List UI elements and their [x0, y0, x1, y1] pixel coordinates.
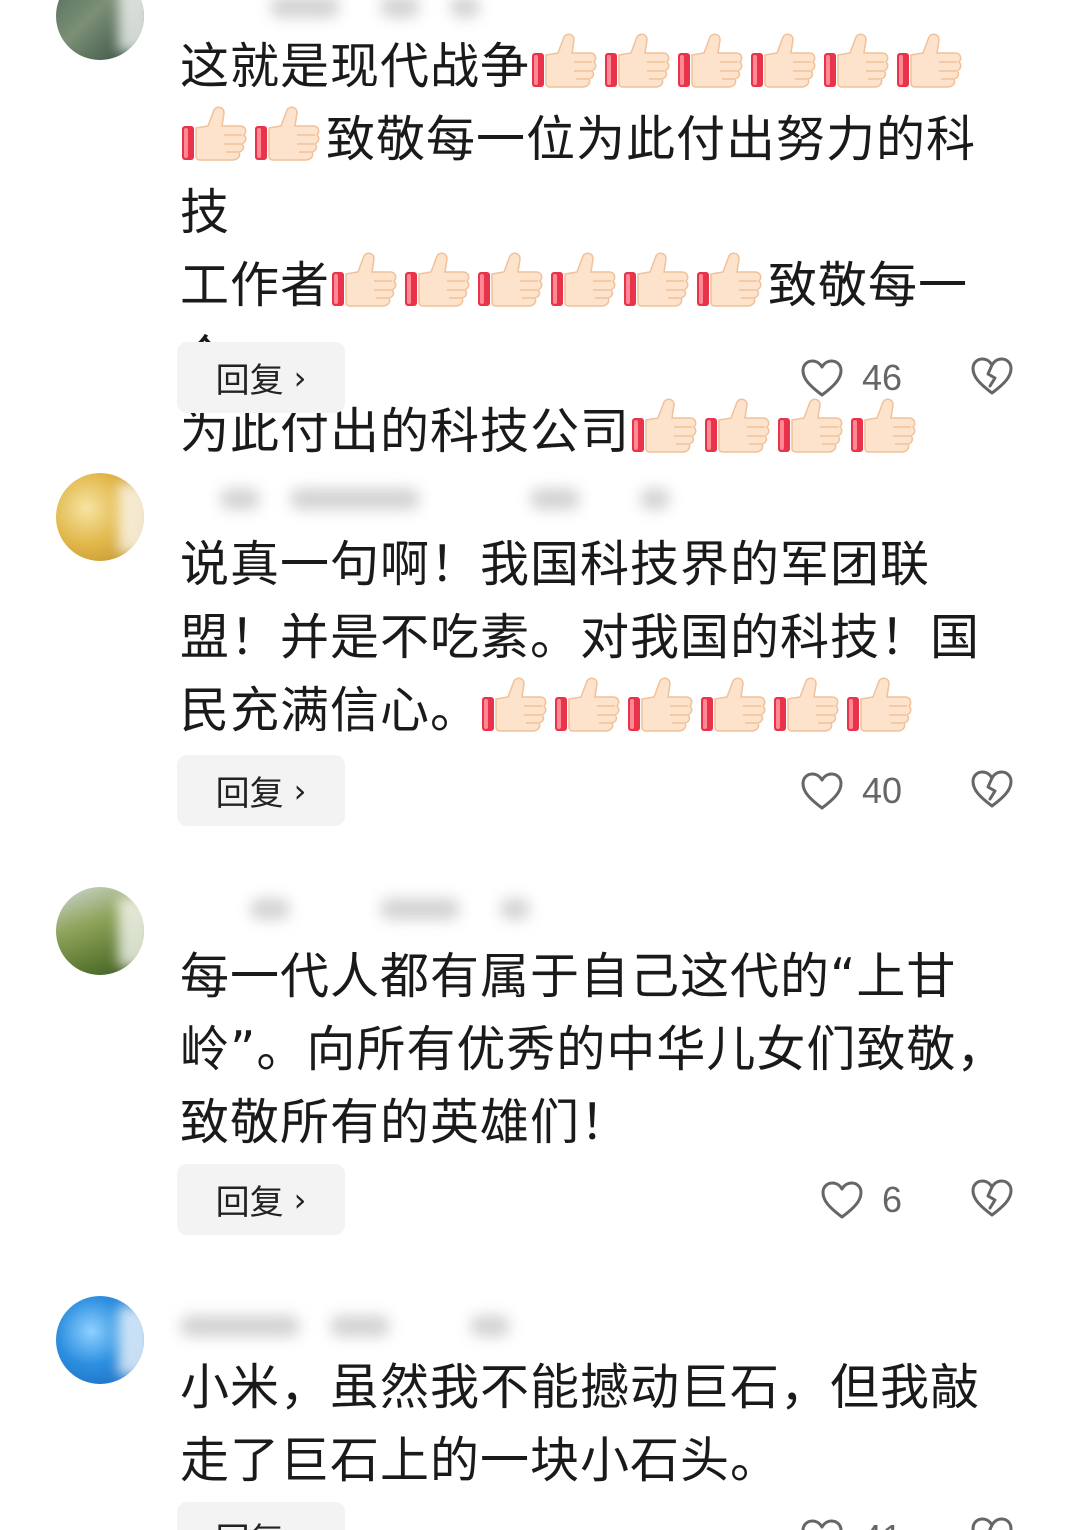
thumbs-up-emoji: [695, 250, 763, 310]
thumbs-up-emoji: [895, 31, 963, 91]
heart-outline-icon: [800, 358, 844, 398]
thumbs-up-emoji: [476, 250, 544, 310]
emoji-group: [530, 33, 968, 95]
thumbs-up-emoji: [253, 104, 321, 164]
reply-button[interactable]: 回复›: [177, 342, 345, 413]
thumbs-up-emoji: [630, 396, 698, 456]
like-count: 41: [862, 1517, 902, 1530]
avatar[interactable]: [56, 473, 144, 561]
broken-heart-icon: [970, 769, 1014, 813]
thumbs-up-emoji: [699, 675, 767, 735]
thumbs-up-emoji: [845, 675, 913, 735]
comment-text: 每一代人都有属于自己这代的“上甘岭”。向所有优秀的中华儿女们致敬，致敬所有的英雄…: [180, 940, 1010, 1159]
reply-button[interactable]: 回复 ›: [177, 1502, 345, 1530]
comment-text: 说真一句啊！我国科技界的军团联盟！并是不吃素。对我国的科技！国民充满信心。: [180, 528, 1010, 747]
like-count: 46: [861, 356, 902, 398]
thumbs-up-emoji: [703, 396, 771, 456]
thumbs-up-emoji: [530, 31, 598, 91]
thumbs-up-emoji: [403, 250, 471, 310]
avatar[interactable]: [56, 887, 144, 975]
thumbs-up-emoji: [626, 675, 694, 735]
like-button[interactable]: 6: [820, 1164, 902, 1235]
username-blurred: [180, 0, 780, 26]
heart-outline-icon: [800, 1518, 844, 1530]
comment-text: 小米，虽然我不能撼动巨石，但我敲走了巨石上的一块小石头。: [180, 1351, 1010, 1497]
emoji-group: [180, 106, 326, 168]
thumbs-up-emoji: [772, 675, 840, 735]
broken-heart-icon: [970, 1178, 1014, 1222]
emoji-group: [480, 677, 918, 739]
thumbs-up-emoji: [749, 31, 817, 91]
thumbs-up-emoji: [480, 675, 548, 735]
dislike-button[interactable]: [970, 342, 1014, 413]
like-button[interactable]: 40: [800, 755, 902, 826]
thumbs-up-emoji: [676, 31, 744, 91]
chevron-right-icon: ›: [293, 771, 307, 810]
thumbs-up-emoji: [622, 250, 690, 310]
heart-outline-icon: [820, 1180, 864, 1220]
emoji-group: [330, 252, 768, 314]
chevron-right-icon: ›: [293, 358, 307, 397]
like-button[interactable]: 46: [800, 342, 902, 413]
username-blurred: [180, 888, 780, 928]
like-button[interactable]: 41: [800, 1502, 902, 1530]
username-blurred: [180, 478, 780, 518]
username-blurred: [180, 1305, 780, 1345]
thumbs-up-emoji: [330, 250, 398, 310]
comment-text-part: 工作者: [180, 257, 331, 314]
chevron-right-icon: ›: [294, 1519, 307, 1530]
dislike-button[interactable]: [970, 1164, 1014, 1235]
thumbs-up-emoji: [822, 31, 890, 91]
avatar[interactable]: [56, 1296, 144, 1384]
reply-button[interactable]: 回复›: [177, 755, 345, 826]
reply-label: 回复: [215, 1183, 284, 1223]
thumbs-up-emoji: [180, 104, 248, 164]
dislike-button[interactable]: [970, 755, 1014, 826]
dislike-button[interactable]: [970, 1502, 1014, 1530]
broken-heart-icon: [970, 356, 1014, 400]
avatar[interactable]: [56, 0, 144, 60]
heart-outline-icon: [800, 771, 844, 811]
like-count: 6: [881, 1178, 902, 1220]
thumbs-up-emoji: [553, 675, 621, 735]
broken-heart-icon: [970, 1516, 1014, 1530]
reply-button[interactable]: 回复›: [177, 1164, 345, 1235]
reply-label: 回复: [216, 1513, 284, 1530]
like-count: 40: [861, 769, 902, 811]
thumbs-up-emoji: [549, 250, 617, 310]
reply-label: 回复: [215, 774, 284, 814]
comment-text-part: 这就是现代战争: [180, 38, 531, 95]
thumbs-up-emoji: [603, 31, 671, 91]
comment-list: 这就是现代战争致敬每一位为此付出努力的科技工作者致敬每一个为此付出的科技公司 回…: [0, 0, 1080, 1530]
comment-text-part: 每一代人都有属于自己这代的“上甘岭”。向所有优秀的中华儿女们致敬，致敬所有的英雄…: [180, 948, 1007, 1151]
chevron-right-icon: ›: [293, 1180, 307, 1219]
comment-text-part: 小米，虽然我不能撼动巨石，但我敲走了巨石上的一块小石头。: [180, 1359, 981, 1489]
reply-label: 回复: [215, 361, 284, 401]
